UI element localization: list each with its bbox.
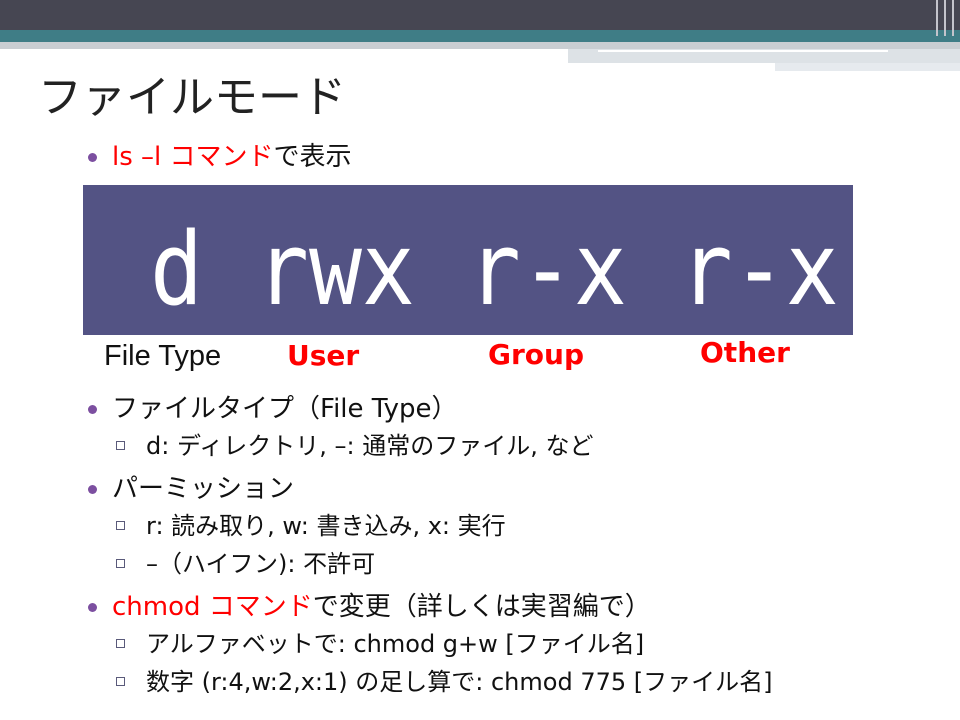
bullet-dot: [88, 153, 97, 162]
bullet-ls-command: ls –l コマンドで表示: [88, 140, 352, 174]
sub-bullet-square: [116, 677, 125, 686]
header-band-highlight: [598, 50, 888, 52]
sub-bullet-square: [116, 639, 125, 648]
chmod-detail-2: 数字 (r:4,w:2,x:1) の足し算で: chmod 775 [ファイル名…: [146, 668, 773, 696]
bullet-dot: [88, 603, 97, 612]
sub-bullet-square: [116, 441, 125, 450]
header-band-dark: [0, 0, 960, 30]
file-type-detail: d: ディレクトリ, –: 通常のファイル, など: [146, 432, 594, 460]
permission-detail-2: –（ハイフン): 不許可: [146, 550, 376, 578]
label-group: Group: [488, 338, 585, 371]
permission-string: d rwx r-x r-x: [150, 209, 839, 329]
bullet-dot: [88, 405, 97, 414]
sub-chmod-detail-1: アルファベットで: chmod g+w [ファイル名]: [116, 628, 645, 660]
label-other: Other: [700, 336, 790, 369]
sub-permission-detail-2: –（ハイフン): 不許可: [116, 548, 376, 580]
sub-chmod-detail-2: 数字 (r:4,w:2,x:1) の足し算で: chmod 775 [ファイル名…: [116, 666, 773, 698]
slide-title: ファイルモード: [38, 72, 346, 123]
bullet-permission: パーミッション: [88, 472, 295, 506]
header-band-light-2: [775, 63, 960, 71]
bullet-dot: [88, 485, 97, 494]
file-type-heading: ファイルタイプ（File Type）: [112, 394, 458, 424]
label-file-type: File Type: [104, 340, 222, 372]
ls-command-suffix: で表示: [273, 142, 352, 172]
sub-bullet-square: [116, 559, 125, 568]
sub-bullet-square: [116, 521, 125, 530]
chmod-detail-1: アルファベットで: chmod g+w [ファイル名]: [146, 630, 645, 658]
header-band-teal: [0, 30, 960, 42]
label-user: User: [287, 339, 360, 372]
sub-file-type-detail: d: ディレクトリ, –: 通常のファイル, など: [116, 430, 594, 462]
sub-permission-detail-1: r: 読み取り, w: 書き込み, x: 実行: [116, 510, 506, 542]
permission-detail-1: r: 読み取り, w: 書き込み, x: 実行: [146, 512, 506, 540]
bullet-chmod: chmod コマンドで変更（詳しくは実習編で）: [88, 590, 651, 624]
bullet-file-type: ファイルタイプ（File Type）: [88, 392, 458, 426]
permission-heading: パーミッション: [112, 474, 295, 504]
chmod-command-text: chmod コマンド: [112, 592, 313, 622]
header-edge-lines: [928, 0, 960, 36]
header-band-gray: [0, 42, 960, 49]
ls-command-text: ls –l コマンド: [112, 142, 274, 172]
chmod-command-suffix: で変更（詳しくは実習編で）: [312, 592, 651, 622]
